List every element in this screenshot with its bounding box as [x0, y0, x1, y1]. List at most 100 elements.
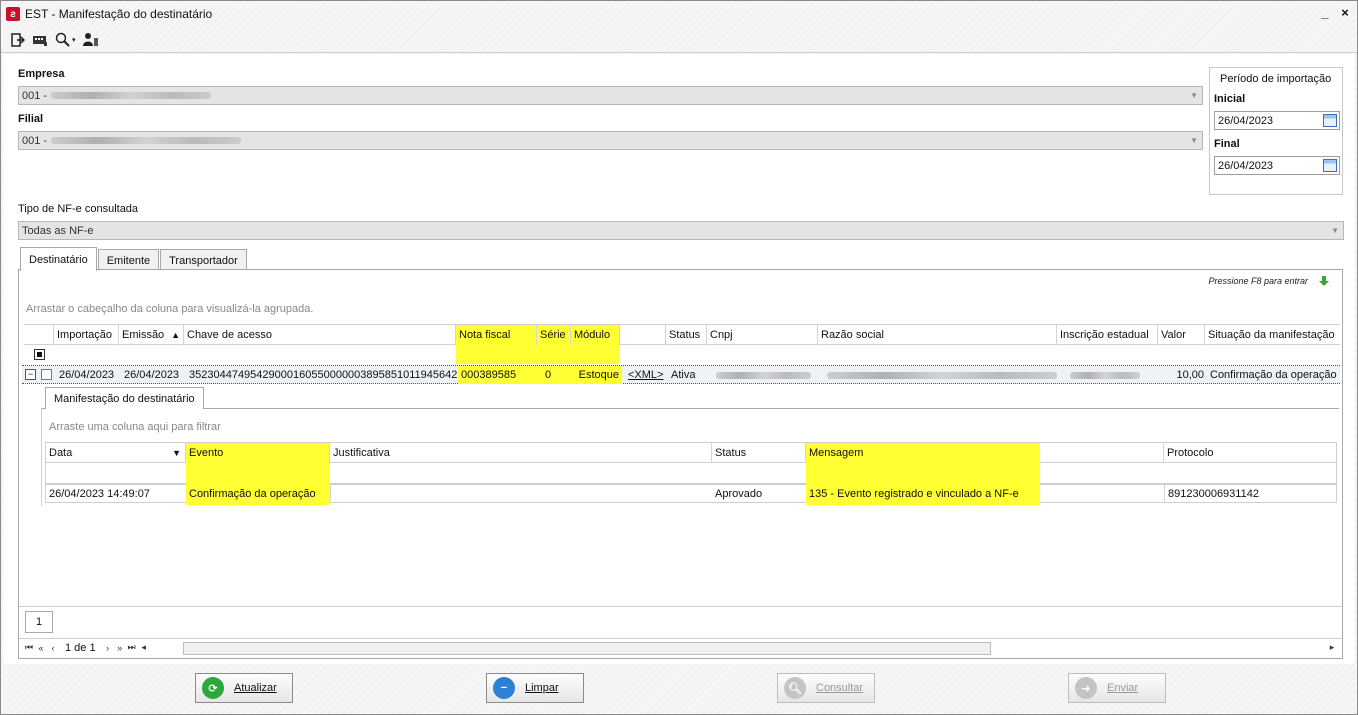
filial-redacted — [51, 137, 242, 144]
header-cnpj[interactable]: Cnpj — [707, 325, 818, 345]
last-page-icon[interactable]: ⏭ — [126, 642, 138, 653]
empresa-label: Empresa — [18, 68, 65, 80]
window-title: EST - Manifestação do destinatário — [25, 7, 213, 21]
cell-emissao: 26/04/2023 — [124, 369, 180, 381]
cell-status-detail: Aprovado — [715, 488, 763, 500]
card-reader-icon[interactable] — [31, 31, 49, 49]
app-logo-icon: ƨ — [6, 7, 20, 21]
header-nota-fiscal[interactable]: Nota fiscal — [456, 325, 537, 345]
header-emissao[interactable]: Emissão ▲ — [119, 325, 184, 345]
header-valor[interactable]: Valor — [1158, 325, 1205, 345]
search-icon: 🔍︎ — [784, 677, 806, 699]
header-status[interactable]: Status — [666, 325, 707, 345]
atualizar-button[interactable]: ⟳ Atualizar — [195, 673, 293, 703]
detail-grid-header: Data ▼ Evento Justificativa Status Mensa… — [45, 442, 1337, 463]
header-protocolo[interactable]: Protocolo — [1164, 443, 1336, 463]
filter-highlight-mensagem — [806, 463, 1040, 483]
send-icon: ➜ — [1075, 677, 1097, 699]
down-arrow-icon[interactable] — [1318, 275, 1330, 287]
cell-razao-social — [820, 366, 1059, 384]
header-chave[interactable]: Chave de acesso — [184, 325, 456, 345]
next-page-icon[interactable]: › — [102, 643, 114, 653]
first-page-icon[interactable]: ⏮ — [23, 642, 35, 653]
exit-icon[interactable] — [9, 31, 27, 49]
collapse-icon[interactable]: − — [25, 369, 36, 380]
cell-situacao: Confirmação da operação — [1210, 369, 1337, 381]
close-button[interactable]: × — [1337, 5, 1353, 20]
empresa-value: 001 - — [22, 89, 48, 102]
tab-emitente[interactable]: Emitente — [97, 249, 160, 271]
horizontal-scrollbar[interactable] — [183, 642, 991, 655]
magnifier-dropdown[interactable]: ▾ — [72, 36, 76, 44]
consultar-label: Consultar — [816, 682, 864, 694]
magnifier-icon[interactable] — [53, 31, 71, 49]
header-data[interactable]: Data ▼ — [46, 443, 186, 463]
cell-modulo: Estoque — [573, 366, 622, 384]
inicial-date-value: 26/04/2023 — [1218, 114, 1274, 127]
detail-filter-row — [45, 463, 1337, 483]
minimize-button[interactable]: _ — [1317, 5, 1333, 20]
periodo-group: Período de importação Inicial 26/04/2023… — [1209, 67, 1343, 195]
row-checkbox[interactable] — [41, 369, 52, 380]
final-label: Final — [1214, 138, 1240, 150]
tab-strip: Destinatário Emitente Transportador — [20, 247, 248, 271]
calendar-icon[interactable] — [1323, 159, 1337, 172]
header-xml[interactable] — [620, 325, 666, 345]
header-mensagem[interactable]: Mensagem — [806, 443, 1164, 463]
consultar-button[interactable]: 🔍︎ Consultar — [777, 673, 875, 703]
prev-page-group-icon[interactable]: « — [35, 643, 47, 653]
toolbar: ▾ — [1, 27, 1357, 53]
header-modulo[interactable]: Módulo — [571, 325, 620, 345]
filter-row — [24, 345, 1340, 364]
tab-manifestacao-destinatario[interactable]: Manifestação do destinatário — [45, 387, 204, 409]
final-date-input[interactable]: 26/04/2023 — [1214, 156, 1340, 175]
header-importacao[interactable]: Importação — [54, 325, 119, 345]
enviar-button[interactable]: ➜ Enviar — [1068, 673, 1166, 703]
next-page-group-icon[interactable]: » — [114, 643, 126, 653]
calendar-icon[interactable] — [1323, 114, 1337, 127]
filter-highlight-evento — [186, 463, 330, 483]
select-all-checkbox[interactable] — [34, 349, 45, 360]
header-situacao[interactable]: Situação da manifestação — [1205, 325, 1340, 345]
cell-justificativa — [330, 485, 712, 503]
tipo-combo[interactable]: Todas as NF-e ▼ — [18, 221, 1344, 240]
cell-valor: 10,00 — [1176, 369, 1204, 381]
cell-protocolo: 891230006931142 — [1164, 485, 1336, 503]
cell-data: 26/04/2023 14:49:07 — [49, 488, 150, 500]
xml-link[interactable]: <XML> — [622, 366, 668, 384]
scroll-left-icon[interactable]: ◂ — [138, 642, 150, 653]
detail-table-row[interactable]: 26/04/2023 14:49:07 Confirmação da opera… — [45, 483, 1337, 505]
tab-transportador[interactable]: Transportador — [160, 249, 247, 271]
chevron-down-icon: ▼ — [1331, 226, 1339, 235]
header-justificativa[interactable]: Justificativa — [330, 443, 712, 463]
user-icon[interactable] — [82, 31, 100, 49]
limpar-button[interactable]: − Limpar — [486, 673, 584, 703]
cell-chave: 3523044749542900016055000000389585101194… — [189, 369, 458, 381]
header-inscricao[interactable]: Inscrição estadual — [1057, 325, 1158, 345]
tipo-value: Todas as NF-e — [22, 224, 94, 237]
prev-page-icon[interactable]: ‹ — [47, 643, 59, 653]
header-data-label: Data — [49, 447, 73, 459]
refresh-icon: ⟳ — [202, 677, 224, 699]
header-status-detail[interactable]: Status — [712, 443, 806, 463]
periodo-title: Período de importação — [1220, 73, 1332, 85]
tab-destinatario[interactable]: Destinatário — [20, 247, 97, 271]
filial-label: Filial — [18, 113, 44, 125]
limpar-label: Limpar — [525, 682, 559, 694]
empresa-redacted — [51, 92, 212, 99]
f8-hint: Pressione F8 para entrar — [1208, 276, 1308, 286]
header-razao-social[interactable]: Razão social — [818, 325, 1057, 345]
header-serie[interactable]: Série — [537, 325, 571, 345]
cell-nota-fiscal: 000389585 — [458, 366, 539, 384]
table-row[interactable]: − 26/04/2023 26/04/2023 3523044749542900… — [22, 365, 1340, 384]
filial-value: 001 - — [22, 134, 48, 147]
header-evento[interactable]: Evento — [186, 443, 330, 463]
scroll-right-icon[interactable]: ▸ — [1326, 642, 1338, 653]
grid-header: Importação Emissão ▲ Chave de acesso Not… — [24, 324, 1340, 345]
filial-combo[interactable]: 001 - ▼ — [18, 131, 1203, 150]
cell-inscricao — [1059, 366, 1160, 384]
page-number[interactable]: 1 — [25, 611, 53, 633]
main-window: ƨ EST - Manifestação do destinatário _ ×… — [0, 0, 1358, 715]
empresa-combo[interactable]: 001 - ▼ — [18, 86, 1203, 105]
inicial-date-input[interactable]: 26/04/2023 — [1214, 111, 1340, 130]
